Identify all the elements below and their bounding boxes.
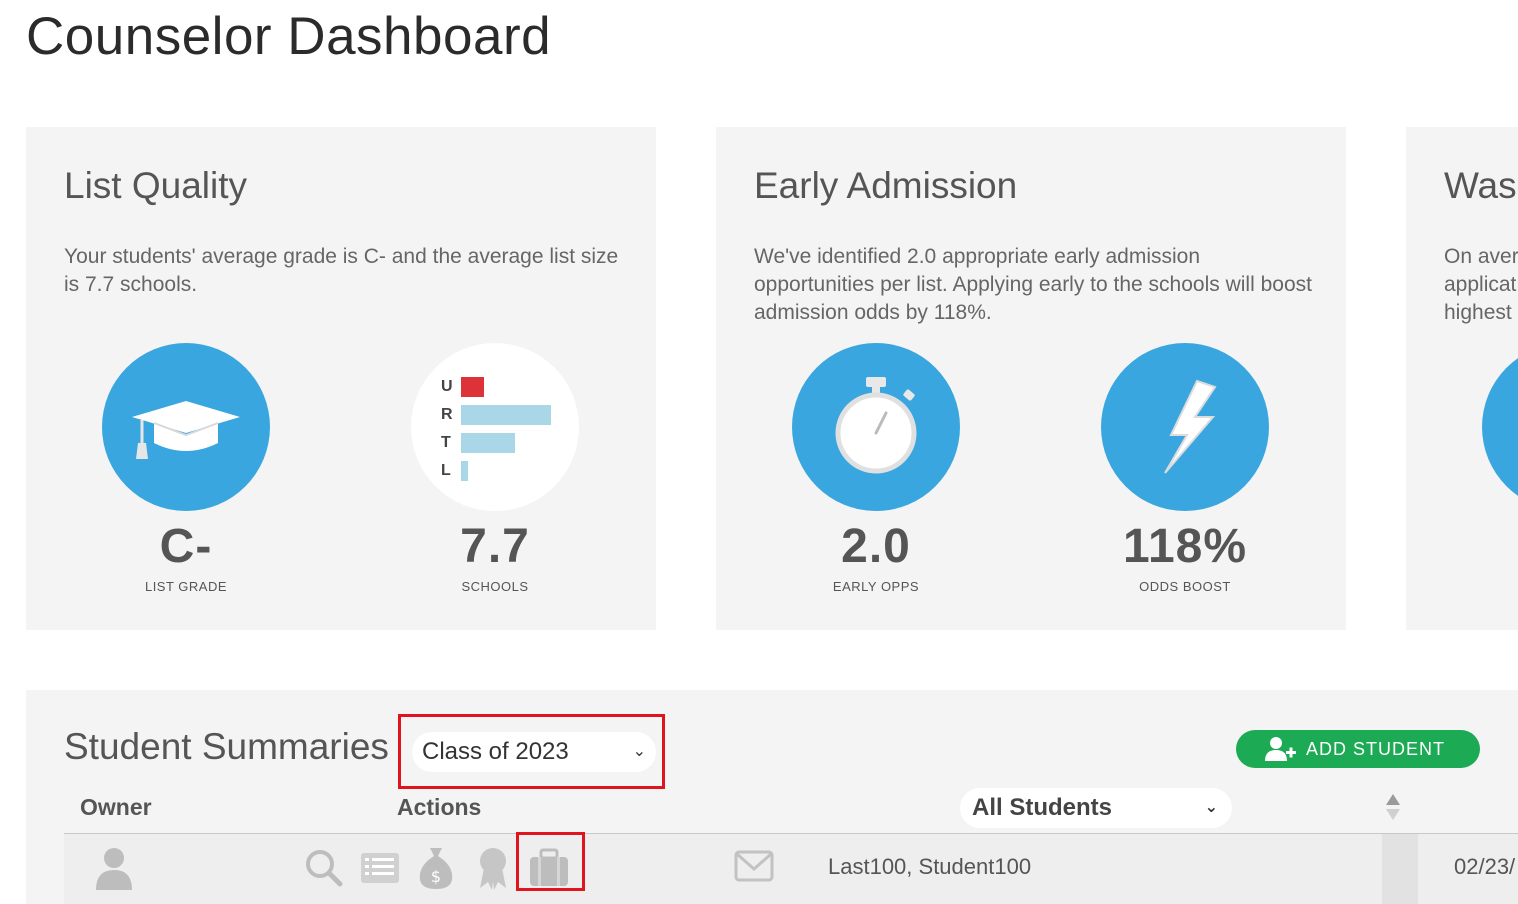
third-card-line: highest xyxy=(1444,301,1512,324)
award-ribbon-icon[interactable] xyxy=(476,846,510,890)
third-card-circle xyxy=(1482,343,1518,511)
list-details-icon[interactable] xyxy=(360,852,400,884)
school-bar-letter: R xyxy=(441,406,453,423)
owner-column-header[interactable]: Owner xyxy=(80,794,152,821)
stopwatch-icon xyxy=(792,343,960,511)
list-grade-metric: C- LIST GRADE xyxy=(102,343,270,594)
chevron-down-icon: ⌄ xyxy=(1204,799,1218,816)
school-bar-row: U xyxy=(441,373,551,401)
add-student-button[interactable]: ADD STUDENT xyxy=(1236,730,1480,768)
third-card-description: On avera applicat highest xyxy=(1444,243,1518,327)
student-date: 02/23/ xyxy=(1454,854,1516,879)
add-student-label: ADD STUDENT xyxy=(1306,739,1446,759)
lightning-icon xyxy=(1101,343,1269,511)
page-title: Counselor Dashboard xyxy=(26,7,552,66)
actions-column-header: Actions xyxy=(397,794,482,820)
list-quality-title: List Quality xyxy=(64,165,248,206)
list-quality-description: Your students' average grade is C- and t… xyxy=(64,245,619,296)
third-card-title: Was xyxy=(1444,165,1517,206)
early-opps-label: EARLY OPPS xyxy=(832,579,920,594)
odds-boost-metric: 118% ODDS BOOST xyxy=(1101,343,1269,594)
school-bar xyxy=(461,461,468,481)
school-bar-row: R xyxy=(441,401,551,429)
school-bar-row: T xyxy=(441,429,551,457)
class-select-highlight xyxy=(398,714,665,789)
student-filter-value: All Students xyxy=(972,794,1113,821)
school-bar xyxy=(461,433,515,453)
add-user-icon xyxy=(1265,737,1296,761)
early-opps-metric: 2.0 EARLY OPPS xyxy=(792,343,960,594)
student-filter-select[interactable]: All Students ⌄ xyxy=(960,788,1232,828)
school-bar-row: L xyxy=(441,457,551,485)
school-distribution-chart: URTL xyxy=(411,343,579,511)
sorted-column-cell xyxy=(1382,834,1418,904)
early-admission-title: Early Admission xyxy=(754,165,1018,206)
early-admission-description: We've identified 2.0 appropriate early a… xyxy=(754,245,1312,324)
school-bar xyxy=(461,405,551,425)
schools-metric: URTL 7.7 SCHOOLS xyxy=(411,343,579,594)
list-quality-card: List Quality Your students' average grad… xyxy=(26,127,656,630)
graduation-cap-icon xyxy=(102,343,270,511)
student-summaries-panel: Student Summaries Class of 2023 ⌄ ADD ST… xyxy=(26,690,1518,904)
odds-boost-label: ODDS BOOST xyxy=(1139,579,1231,594)
briefcase-highlight xyxy=(516,832,585,891)
school-bar-letter: L xyxy=(441,462,451,479)
school-bar-letter: T xyxy=(441,434,451,451)
money-bag-icon[interactable]: $ xyxy=(416,844,456,890)
third-card-line: On avera xyxy=(1444,245,1518,268)
list-grade-label: LIST GRADE xyxy=(144,579,228,594)
schools-value: 7.7 xyxy=(460,520,530,573)
svg-text:$: $ xyxy=(431,867,441,886)
search-icon[interactable] xyxy=(304,848,344,888)
envelope-icon[interactable] xyxy=(734,850,774,882)
early-opps-value: 2.0 xyxy=(841,520,911,573)
user-avatar-icon xyxy=(96,848,132,890)
student-summaries-title: Student Summaries xyxy=(64,726,389,767)
school-bar-letter: U xyxy=(441,378,453,395)
third-card-line: applicat xyxy=(1444,273,1517,296)
sort-icon[interactable] xyxy=(1385,794,1401,820)
odds-boost-value: 118% xyxy=(1122,520,1248,573)
school-bar xyxy=(461,377,484,397)
student-name-link[interactable]: Last100, Student100 xyxy=(828,854,1031,880)
early-admission-card: Early Admission We've identified 2.0 app… xyxy=(716,127,1346,630)
schools-label: SCHOOLS xyxy=(461,579,529,594)
third-card: Was On avera applicat highest xyxy=(1406,127,1518,630)
list-grade-value: C- xyxy=(159,520,213,573)
table-row[interactable]: $ Last100, Student100 02/23/ xyxy=(64,832,1518,904)
